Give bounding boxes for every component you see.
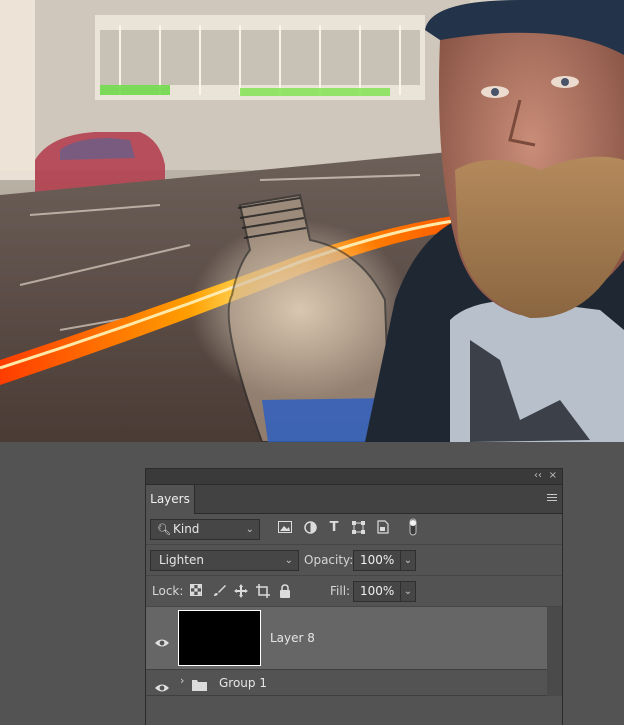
type-filter-icon[interactable]: T xyxy=(326,519,342,535)
layer-list-scrollbar[interactable] xyxy=(547,607,562,696)
chevron-down-icon[interactable]: ⌄ xyxy=(400,582,415,601)
lock-image-pixels-icon[interactable] xyxy=(212,584,226,598)
opacity-field[interactable]: 100% ⌄ xyxy=(353,550,416,571)
filter-row: 🔍︎ Kind ⌄ T xyxy=(146,514,562,545)
search-icon: 🔍︎ xyxy=(157,523,171,536)
document-canvas[interactable] xyxy=(0,0,624,442)
folder-icon xyxy=(192,676,207,695)
blend-mode-dropdown[interactable]: Lighten ⌄ xyxy=(150,550,299,571)
panel-menu-icon[interactable] xyxy=(547,494,557,503)
shape-filter-icon[interactable] xyxy=(350,519,366,535)
layer-name[interactable]: Layer 8 xyxy=(270,631,315,645)
smart-object-filter-icon[interactable] xyxy=(375,519,391,535)
layer-row-layer-8[interactable]: Layer 8 xyxy=(146,607,547,670)
eye-icon[interactable] xyxy=(155,633,169,647)
layers-panel: ‹‹ × Layers 🔍︎ Kind ⌄ T Lighten ⌄ Opacit… xyxy=(145,468,563,725)
blend-row: Lighten ⌄ Opacity: 100% ⌄ xyxy=(146,545,562,576)
adjustment-filter-icon[interactable] xyxy=(302,519,318,535)
chevron-down-icon: ⌄ xyxy=(245,524,254,535)
lock-label: Lock: xyxy=(152,584,184,598)
lock-all-icon[interactable] xyxy=(278,584,292,598)
chevron-down-icon[interactable]: ⌄ xyxy=(400,551,415,570)
expand-chevron-icon[interactable]: › xyxy=(180,674,184,687)
lock-artboard-icon[interactable] xyxy=(256,584,270,598)
layer-name[interactable]: Group 1 xyxy=(219,676,267,690)
fill-field[interactable]: 100% ⌄ xyxy=(353,581,416,602)
image-filter-icon[interactable] xyxy=(277,519,293,535)
opacity-label: Opacity: xyxy=(304,553,354,567)
tab-layers[interactable]: Layers xyxy=(146,485,195,514)
chevron-down-icon: ⌄ xyxy=(284,555,293,566)
fill-label: Fill: xyxy=(330,584,351,598)
lock-transparent-pixels-icon[interactable] xyxy=(189,584,203,598)
panel-title-bar: ‹‹ × xyxy=(146,469,562,485)
layer-list: Layer 8 › Group 1 xyxy=(146,607,562,696)
kind-filter-dropdown[interactable]: 🔍︎ Kind ⌄ xyxy=(150,519,260,540)
lock-row: Lock: Fill: 100% ⌄ xyxy=(146,576,562,607)
collapse-panel-button[interactable]: ‹‹ xyxy=(534,470,542,482)
filter-toggle-icon[interactable] xyxy=(405,518,421,536)
lock-position-icon[interactable] xyxy=(234,584,248,598)
layer-row-group-1[interactable]: › Group 1 xyxy=(146,670,547,696)
layer-thumbnail[interactable] xyxy=(178,610,261,666)
canvas-image xyxy=(0,0,624,442)
eye-icon[interactable] xyxy=(155,678,169,692)
panel-tab-row: Layers xyxy=(146,485,562,514)
close-panel-button[interactable]: × xyxy=(549,470,557,482)
